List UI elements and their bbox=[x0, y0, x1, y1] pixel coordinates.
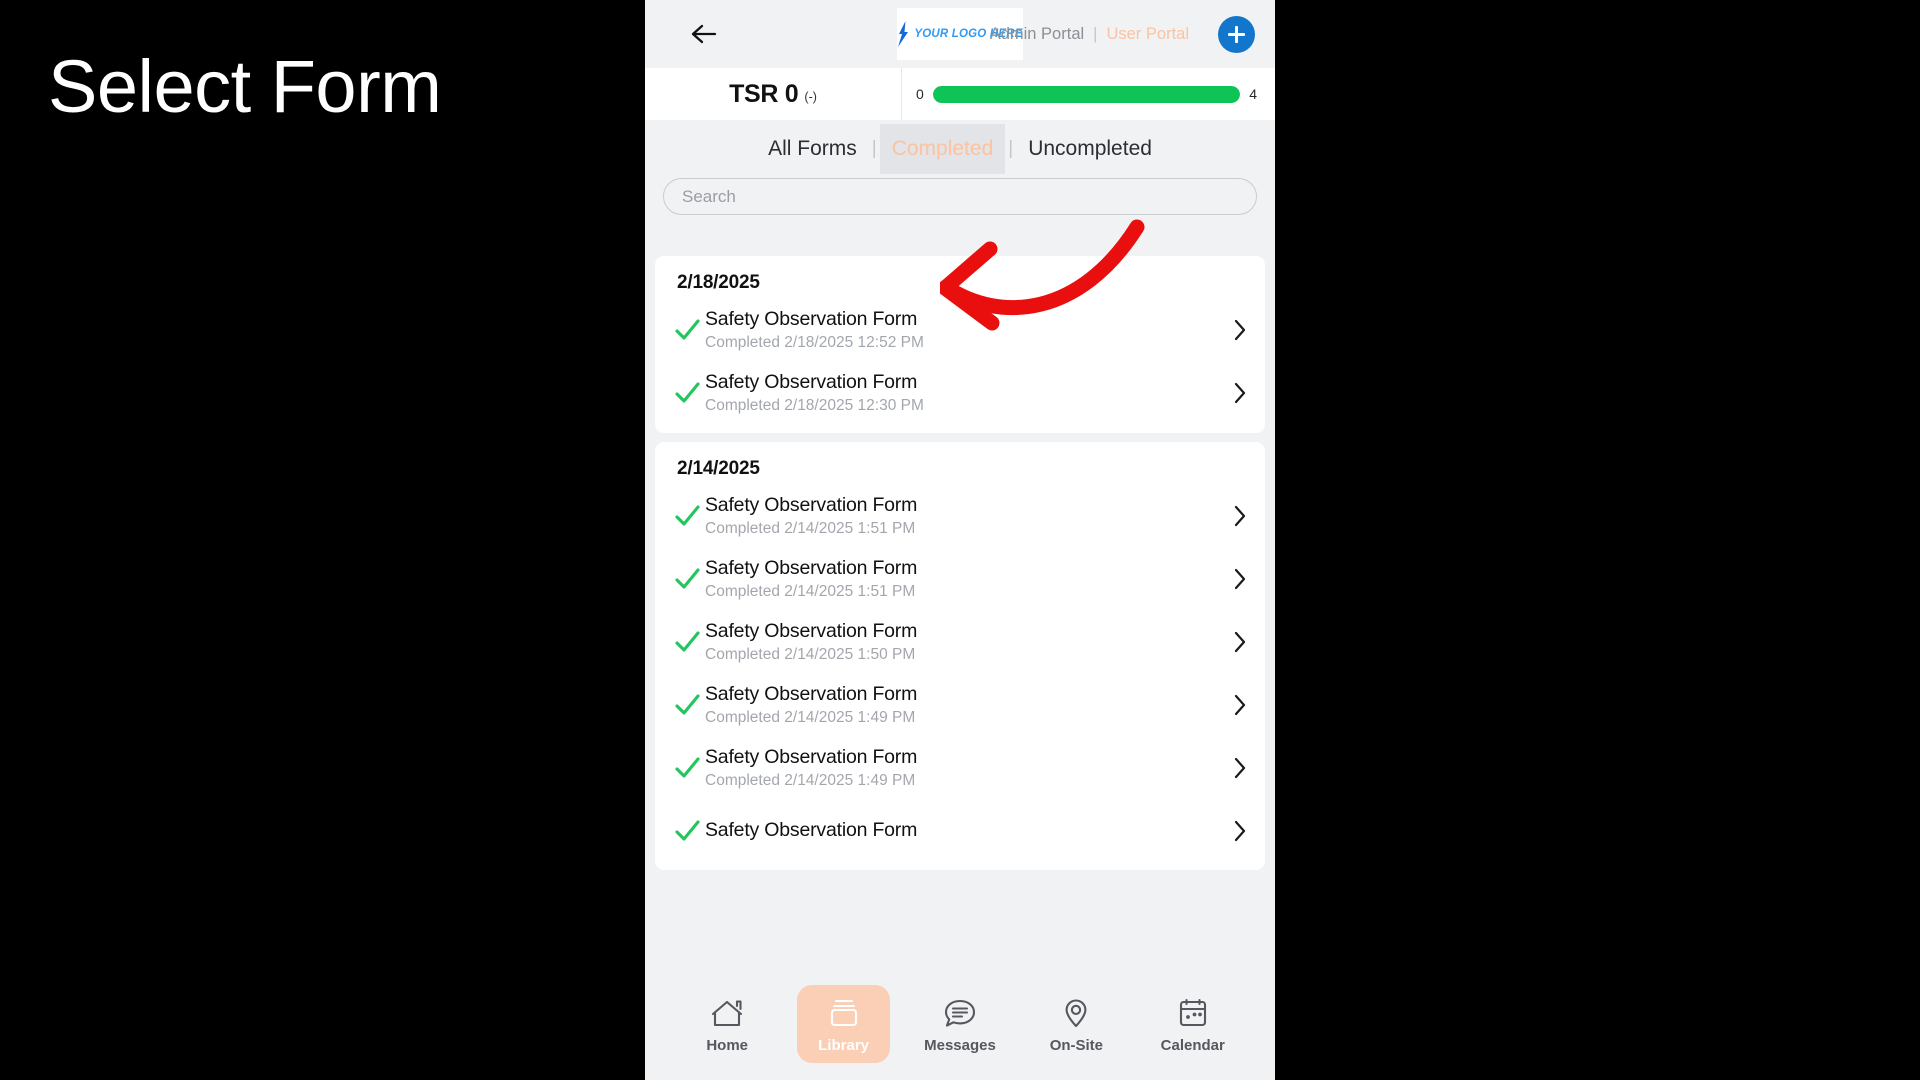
tsr-sublabel: (-) bbox=[804, 90, 817, 104]
progress-track bbox=[932, 85, 1241, 103]
chevron-right-icon bbox=[1225, 631, 1247, 653]
bottom-navigation: Home Library Messages On-Site Calendar bbox=[663, 977, 1257, 1080]
form-list-item[interactable]: Safety Observation Form Completed 2/14/20… bbox=[655, 485, 1265, 548]
group-date-label: 2/18/2025 bbox=[677, 272, 760, 293]
tab-divider: | bbox=[1008, 138, 1014, 159]
chevron-right-icon bbox=[1225, 319, 1247, 341]
form-status: Completed 2/14/2025 1:49 PM bbox=[705, 709, 916, 727]
form-title: Safety Observation Form bbox=[705, 682, 918, 705]
form-list-item[interactable]: Safety Observation Form Completed 2/18/20… bbox=[655, 299, 1265, 362]
check-icon bbox=[675, 757, 701, 779]
check-icon bbox=[675, 694, 701, 716]
check-icon bbox=[675, 382, 701, 404]
forms-filter-tabs: All Forms | Completed | Uncompleted bbox=[645, 120, 1275, 178]
phone-screen: YOUR LOGO HERE Admin Portal | User Porta… bbox=[645, 0, 1275, 1080]
logo-mark-icon bbox=[897, 21, 910, 47]
form-item-text: Safety Observation Form Completed 2/18/20… bbox=[705, 308, 1225, 353]
form-title: Safety Observation Form bbox=[705, 308, 918, 330]
form-item-text: Safety Observation Form Completed 2/14/20… bbox=[705, 746, 1225, 791]
form-item-text: Safety Observation Form Completed 2/18/20… bbox=[705, 371, 1225, 416]
form-list-item[interactable]: Safety Observation Form Completed 2/14/20… bbox=[655, 737, 1265, 800]
check-icon bbox=[675, 319, 701, 341]
tsr-summary: TSR 0 (-) bbox=[645, 68, 901, 120]
form-status: Completed 2/18/2025 12:52 PM bbox=[705, 334, 924, 352]
form-title: Safety Observation Form bbox=[705, 745, 918, 768]
progress-max-label: 4 bbox=[1249, 86, 1257, 102]
nav-label: Library bbox=[818, 1036, 869, 1054]
form-status: Completed 2/14/2025 1:50 PM bbox=[705, 646, 916, 664]
nav-label: On-Site bbox=[1049, 1036, 1104, 1054]
add-button[interactable] bbox=[1218, 16, 1255, 53]
nav-label: Calendar bbox=[1160, 1036, 1225, 1054]
app-header: YOUR LOGO HERE Admin Portal | User Porta… bbox=[645, 0, 1275, 68]
progress-min-label: 0 bbox=[916, 86, 924, 102]
form-title: Safety Observation Form bbox=[705, 370, 918, 393]
tab-divider: | bbox=[871, 138, 877, 159]
form-title: Safety Observation Form bbox=[705, 556, 918, 579]
home-icon bbox=[710, 996, 744, 1030]
nav-label: Messages bbox=[924, 1036, 996, 1054]
form-list-item[interactable]: Safety Observation Form Completed 2/18/20… bbox=[655, 362, 1265, 425]
form-status: Completed 2/14/2025 1:51 PM bbox=[705, 583, 916, 601]
form-item-text: Safety Observation Form Completed 2/14/20… bbox=[705, 557, 1225, 602]
date-group-card: 2/18/2025 Safety Observation Form Complete… bbox=[655, 256, 1265, 433]
calendar-icon bbox=[1176, 996, 1210, 1030]
tsr-label: TSR 0 bbox=[729, 79, 799, 108]
date-group-card: 2/14/2025 Safety Observation Form Complete… bbox=[655, 441, 1265, 870]
back-button[interactable] bbox=[683, 13, 725, 55]
page-title: Select Form bbox=[48, 45, 442, 128]
form-title: Safety Observation Form bbox=[705, 493, 918, 516]
form-list-item[interactable]: Safety Observation Form bbox=[655, 800, 1265, 862]
nav-item-messages[interactable]: Messages bbox=[913, 985, 1006, 1063]
nav-item-library[interactable]: Library bbox=[797, 984, 891, 1063]
chevron-right-icon bbox=[1225, 568, 1247, 590]
forms-list[interactable]: 2/18/2025 Safety Observation Form Complete… bbox=[645, 256, 1275, 1080]
location-pin-icon bbox=[1059, 996, 1093, 1030]
form-item-text: Safety Observation Form Completed 2/14/20… bbox=[705, 683, 1225, 728]
chevron-right-icon bbox=[1225, 694, 1247, 716]
tab-all-forms[interactable]: All Forms bbox=[756, 124, 869, 174]
group-date-label: 2/14/2025 bbox=[677, 457, 760, 479]
nav-item-calendar[interactable]: Calendar bbox=[1146, 985, 1239, 1063]
form-list-item[interactable]: Safety Observation Form Completed 2/14/20… bbox=[655, 548, 1265, 611]
library-icon bbox=[827, 996, 861, 1030]
form-status: Completed 2/14/2025 1:51 PM bbox=[705, 520, 916, 538]
portal-links: Admin Portal | User Portal bbox=[990, 0, 1189, 68]
check-icon bbox=[675, 631, 701, 653]
form-item-text: Safety Observation Form bbox=[705, 819, 1225, 842]
form-title: Safety Observation Form bbox=[705, 619, 918, 642]
form-item-text: Safety Observation Form Completed 2/14/20… bbox=[705, 620, 1225, 665]
form-title: Safety Observation Form bbox=[705, 819, 918, 842]
form-status: Completed 2/18/2025 12:30 PM bbox=[705, 397, 924, 415]
chevron-right-icon bbox=[1225, 757, 1247, 779]
form-status: Completed 2/14/2025 1:49 PM bbox=[705, 772, 916, 790]
tab-uncompleted[interactable]: Uncompleted bbox=[1016, 124, 1164, 174]
search-container bbox=[645, 178, 1275, 229]
chevron-right-icon bbox=[1225, 505, 1247, 527]
arrow-left-icon bbox=[691, 23, 717, 45]
check-icon bbox=[675, 820, 701, 842]
user-portal-link[interactable]: User Portal bbox=[1106, 25, 1189, 44]
progress-fill bbox=[932, 85, 1241, 103]
form-item-text: Safety Observation Form Completed 2/14/20… bbox=[705, 494, 1225, 539]
portal-separator: | bbox=[1093, 24, 1098, 43]
tab-completed[interactable]: Completed bbox=[879, 124, 1006, 174]
form-list-item[interactable]: Safety Observation Form Completed 2/14/20… bbox=[655, 611, 1265, 674]
messages-icon bbox=[943, 996, 977, 1030]
chevron-right-icon bbox=[1225, 382, 1247, 404]
search-input[interactable] bbox=[663, 178, 1257, 215]
check-icon bbox=[675, 505, 701, 527]
admin-portal-link[interactable]: Admin Portal bbox=[990, 25, 1084, 44]
progress-section: 0 4 bbox=[901, 68, 1275, 120]
nav-item-on-site[interactable]: On-Site bbox=[1030, 985, 1123, 1063]
nav-label: Home bbox=[706, 1036, 749, 1054]
tsr-progress-bar: TSR 0 (-) 0 4 bbox=[645, 68, 1275, 120]
form-list-item[interactable]: Safety Observation Form Completed 2/14/20… bbox=[655, 674, 1265, 737]
check-icon bbox=[675, 568, 701, 590]
chevron-right-icon bbox=[1225, 820, 1247, 842]
nav-item-home[interactable]: Home bbox=[681, 985, 774, 1063]
